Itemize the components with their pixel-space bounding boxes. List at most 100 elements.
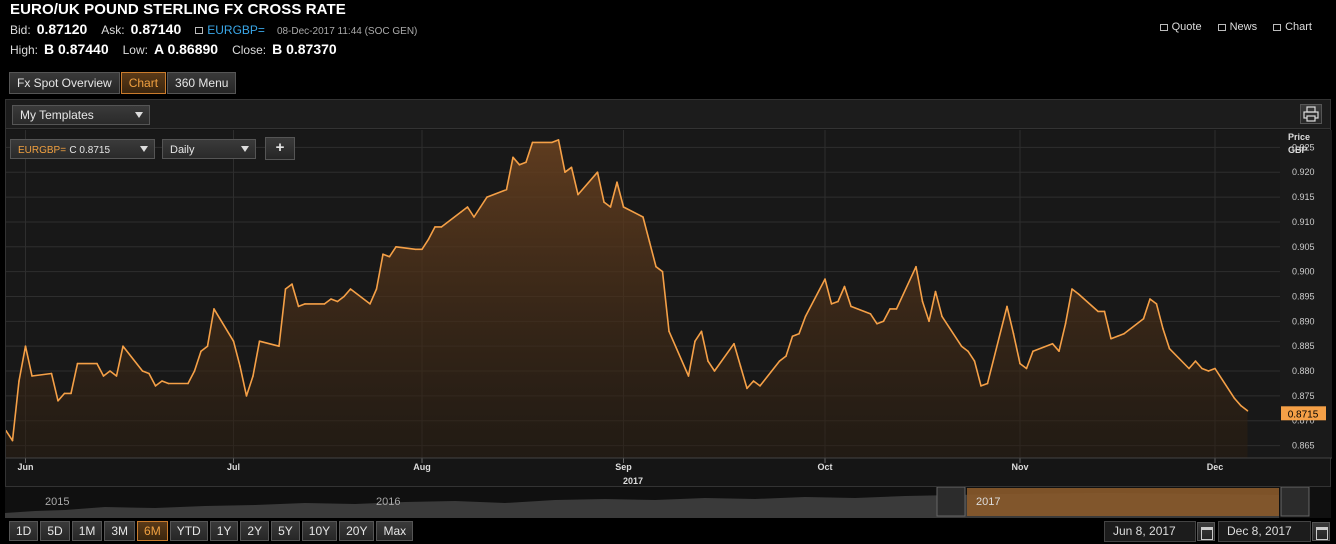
chart-panel: My Templates Price GBP 0.865 0.870 0.875 0.… xyxy=(5,99,1332,487)
price-point xyxy=(479,206,482,208)
price-point xyxy=(986,382,989,385)
end-calendar-icon[interactable] xyxy=(1312,522,1330,541)
price-point xyxy=(1155,303,1158,305)
price-point xyxy=(1064,323,1067,325)
price-point xyxy=(161,380,163,382)
price-point xyxy=(1240,405,1242,407)
price-point xyxy=(304,303,306,305)
ask-value: 0.87140 xyxy=(130,21,182,37)
quote-link[interactable]: Quote xyxy=(1159,21,1202,33)
range-1y-button[interactable]: 1Y xyxy=(209,521,239,541)
range-6m-button[interactable]: 6M xyxy=(137,521,168,541)
price-point xyxy=(882,320,885,323)
price-point xyxy=(804,315,807,318)
price-point xyxy=(557,139,560,141)
news-link-label: News xyxy=(1229,21,1258,33)
price-point xyxy=(24,345,27,347)
price-point xyxy=(603,201,605,203)
range-5d-button[interactable]: 5D xyxy=(40,521,70,541)
price-point xyxy=(687,375,690,377)
price-point xyxy=(921,300,924,303)
navigator-right-handle[interactable] xyxy=(1280,486,1310,517)
price-point xyxy=(1103,310,1106,313)
instrument-ric: EURGBP= xyxy=(18,145,67,156)
y-tick-label: 0.925 xyxy=(1292,142,1315,152)
price-point xyxy=(291,283,293,285)
y-tick-label: 0.880 xyxy=(1292,366,1315,376)
view-tabs: Fx Spot Overview Chart 360 Menu xyxy=(9,72,237,94)
price-point xyxy=(668,330,670,333)
price-point xyxy=(154,385,157,387)
price-point xyxy=(460,211,462,213)
ric-link[interactable]: EURGBP= xyxy=(207,23,265,37)
price-point xyxy=(941,315,943,318)
start-date-field[interactable]: Jun 8, 2017 xyxy=(1104,521,1196,542)
price-point xyxy=(1071,288,1073,290)
price-point xyxy=(1207,370,1210,372)
last-price-tag: 0.8715 xyxy=(1281,406,1326,421)
page-title: EURO/UK POUND STERLING FX CROSS RATE xyxy=(10,1,346,18)
add-indicator-button[interactable]: + xyxy=(265,137,295,160)
range-5y-button[interactable]: 5Y xyxy=(271,521,300,541)
price-point xyxy=(928,320,930,323)
tab-360-menu[interactable]: 360 Menu xyxy=(167,72,237,94)
quote-timestamp: 08-Dec-2017 11:44 (SOC GEN) xyxy=(276,26,418,37)
chevron-down-icon xyxy=(241,146,249,152)
low-label: Low: xyxy=(122,43,148,57)
price-point xyxy=(375,288,378,290)
x-tick-label: Jul xyxy=(227,462,240,472)
y-tick-label: 0.920 xyxy=(1292,167,1315,177)
news-link[interactable]: News xyxy=(1217,21,1258,33)
price-point xyxy=(778,360,781,362)
tab-chart[interactable]: Chart xyxy=(120,72,167,94)
instrument-selector[interactable]: EURGBP= C 0.8715 xyxy=(10,139,155,159)
price-point xyxy=(213,308,215,310)
range-navigator[interactable]: 2015 2016 2017 xyxy=(5,486,1331,518)
navigator-left-handle[interactable] xyxy=(936,486,966,517)
range-10y-button[interactable]: 10Y xyxy=(301,521,338,541)
quote-line-hlc: High: B 0.87440 Low: A 0.86890 Close: B … xyxy=(10,41,351,57)
interval-dropdown[interactable]: Daily xyxy=(162,139,256,159)
end-date-field[interactable]: Dec 8, 2017 xyxy=(1218,521,1311,542)
price-point xyxy=(1123,333,1125,335)
price-point xyxy=(141,370,144,372)
navigator-year-2017: 2017 xyxy=(976,496,1000,508)
range-max-button[interactable]: Max xyxy=(376,521,414,541)
price-point xyxy=(1012,333,1015,335)
price-point xyxy=(278,345,280,347)
price-point xyxy=(707,360,709,362)
price-point xyxy=(109,370,111,372)
range-1d-button[interactable]: 1D xyxy=(9,521,39,541)
tab-fx-spot-overview[interactable]: Fx Spot Overview xyxy=(9,72,120,94)
price-point xyxy=(648,241,651,243)
price-point xyxy=(1142,318,1145,320)
x-tick-label: Jun xyxy=(17,462,33,472)
price-point xyxy=(427,238,430,241)
range-20y-button[interactable]: 20Y xyxy=(339,521,375,541)
price-point xyxy=(336,300,339,303)
chevron-down-icon xyxy=(140,146,148,152)
price-point xyxy=(531,141,534,144)
range-1m-button[interactable]: 1M xyxy=(71,521,103,541)
price-point xyxy=(1025,367,1028,370)
price-point xyxy=(895,308,898,310)
chart-link[interactable]: Chart xyxy=(1273,21,1312,33)
price-point xyxy=(232,340,235,342)
price-point xyxy=(258,340,261,342)
price-point xyxy=(284,288,287,290)
navigator-selection[interactable] xyxy=(967,488,1279,516)
price-point xyxy=(609,206,612,208)
price-point xyxy=(1116,335,1119,337)
price-point xyxy=(642,216,644,218)
range-ytd-button[interactable]: YTD xyxy=(169,521,208,541)
price-point xyxy=(973,360,976,362)
range-2y-button[interactable]: 2Y xyxy=(240,521,270,541)
price-point xyxy=(1246,410,1249,412)
price-point xyxy=(876,323,878,325)
range-3m-button[interactable]: 3M xyxy=(104,521,136,541)
price-point xyxy=(570,166,573,169)
price-point xyxy=(200,350,202,352)
x-axis-year-label: 2017 xyxy=(623,476,643,486)
price-point xyxy=(388,255,391,258)
start-calendar-icon[interactable] xyxy=(1197,522,1215,541)
